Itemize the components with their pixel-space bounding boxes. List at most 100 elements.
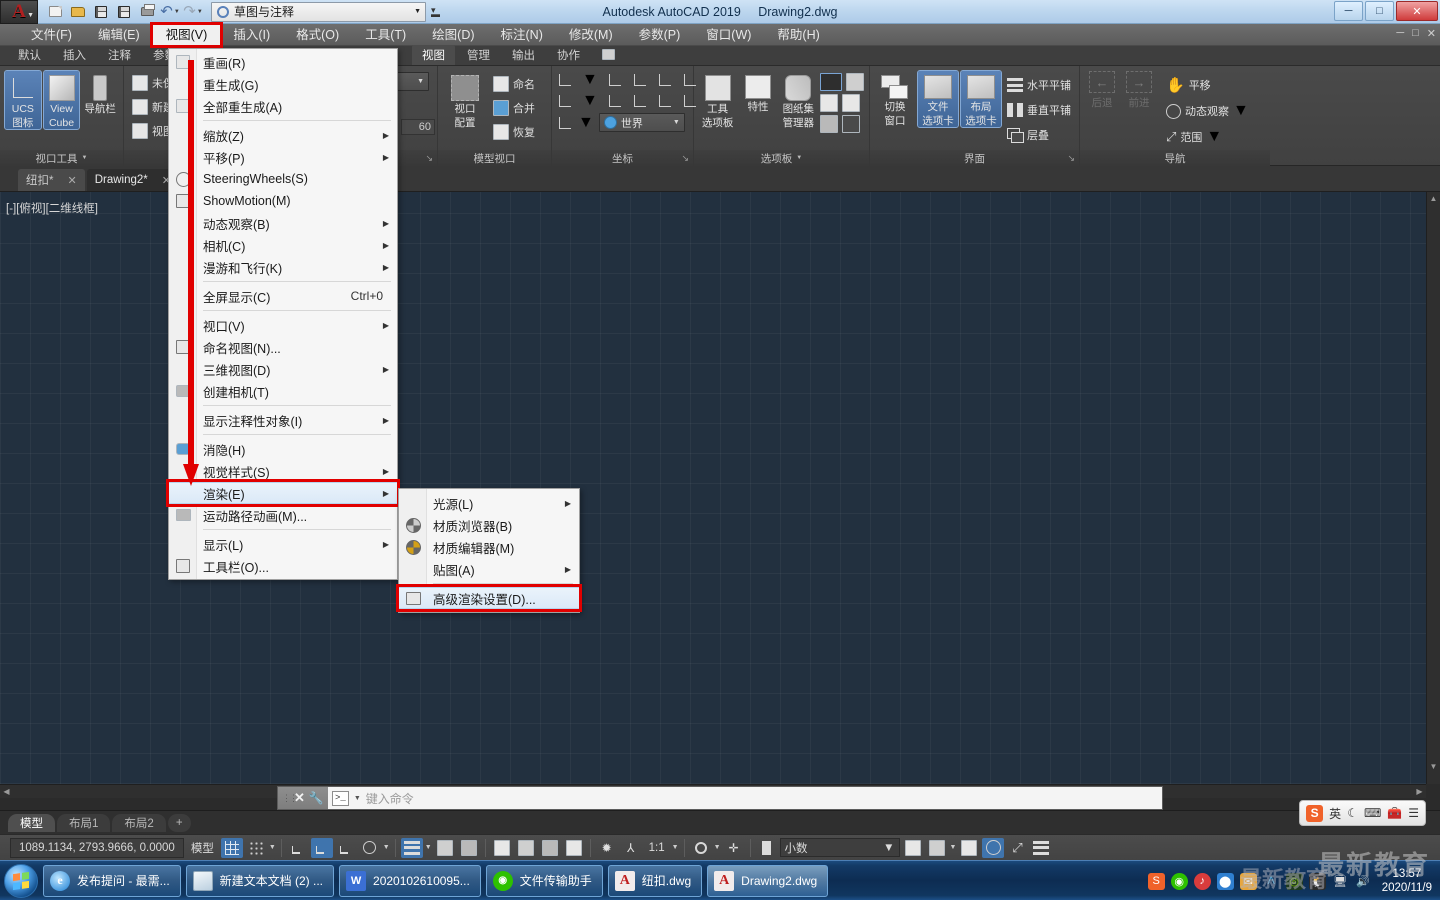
polar-tracking-button[interactable] [310,837,333,858]
volume-icon[interactable]: 🔊 [1355,873,1372,890]
menu-insert[interactable]: 插入(I) [220,25,283,45]
file-tab-niukou[interactable]: 纽扣* ✕ [18,169,85,191]
ucs-x-icon[interactable] [557,93,573,109]
cascade-button[interactable]: 层叠 [1004,124,1074,146]
chevron-down-icon[interactable]: ▼ [1233,102,1249,120]
taskbar-item-wps[interactable]: W 2020102610095... [339,864,481,897]
ucs-face-icon[interactable] [657,72,673,88]
tile-horizontally-button[interactable]: 水平平铺 [1004,74,1074,96]
quick-calculator-icon[interactable] [841,94,860,112]
doc-restore-button[interactable]: □ [1412,27,1419,40]
layout-tab-layout2[interactable]: 布局2 [112,813,166,832]
menu-item-showmotion[interactable]: ShowMotion(M) [169,190,397,212]
network-icon[interactable]: 🖥 [1332,873,1349,890]
wrench-icon[interactable]: 🔧 [309,791,324,805]
chevron-down-icon[interactable]: ▼ [582,92,598,110]
close-icon[interactable]: ✕ [294,790,305,806]
ucs-combo[interactable]: 世界 ▼ [598,113,685,132]
menu-tools[interactable]: 工具(T) [352,25,419,45]
annotation-visibility-button[interactable] [563,838,585,858]
menu-window[interactable]: 窗口(W) [693,25,764,45]
ucs-z-icon[interactable] [657,93,673,109]
viewport-config-button[interactable]: 视口 配置 [443,71,487,129]
dynamic-ucs-button[interactable] [491,838,513,858]
fullscreen-toggle-button[interactable]: ⤢ [1006,838,1028,858]
coordinates-display[interactable]: 1089.1134, 2793.9666, 0.0000 [10,837,184,858]
ribbon-tab-view[interactable]: 视图 [412,45,455,65]
submenu-item-advanced-render-settings[interactable]: 高级渲染设置(D)... [396,584,582,612]
doc-close-button[interactable]: ✕ [1427,27,1436,40]
menu-draw[interactable]: 绘图(D) [419,25,487,45]
chevron-down-icon[interactable]: ▼ [578,114,594,132]
switch-windows-button[interactable]: 切换 窗口 [875,71,915,127]
ribbon-tab-annotate[interactable]: 注释 [98,45,141,65]
maximize-button[interactable]: □ [1365,1,1394,21]
menu-item-regen-all[interactable]: 全部重生成(A) [169,95,397,117]
menu-parametric[interactable]: 参数(P) [626,25,694,45]
file-tab-drawing2[interactable]: Drawing2* ✕ [86,169,179,191]
viewport-controls-label[interactable]: [-][俯视][二维线框] [6,200,98,216]
taskbar-item-wechat[interactable]: ◉ 文件传输助手 [485,864,603,897]
menu-file[interactable]: 文件(F) [18,25,85,45]
gizmo-button[interactable] [539,838,561,858]
layout-tab-layout1[interactable]: 布局1 [57,813,111,832]
chevron-down-icon[interactable]: ▼ [269,844,276,851]
ortho-mode-button[interactable] [287,838,309,858]
navigate-back-button[interactable]: ← 后退 [1085,71,1119,110]
design-center-icon[interactable] [841,115,860,133]
moon-icon[interactable]: ☾ [1347,806,1358,820]
lineweight-button[interactable] [400,837,423,858]
menu-help[interactable]: 帮助(H) [764,25,832,45]
taskbar-item-drawing2-dwg[interactable]: A Drawing2.dwg [707,864,829,897]
ribbon-tab-insert[interactable]: 插入 [53,45,96,65]
menu-item-3d-views[interactable]: 三维视图(D) ▶ [169,358,397,380]
menu-item-orbit[interactable]: 动态观察(B) ▶ [169,212,397,234]
ribbon-tab-featured-apps[interactable] [592,47,625,65]
status-menu-button[interactable] [1030,838,1052,858]
customization-button[interactable]: ✛ [723,838,745,858]
annotation-monitor-button[interactable]: ✹ [596,838,618,858]
tool-palettes-button[interactable]: 工具 选项板 [699,71,736,129]
external-references-icon[interactable] [819,94,838,112]
chevron-down-icon[interactable]: ▼ [714,844,721,851]
ribbon-tab-home[interactable]: 默认 [8,45,51,65]
menu-item-render[interactable]: 渲染(E) ▶ [166,479,400,507]
ucs-icon-button[interactable]: UCS 图标 [4,70,42,130]
chevron-down-icon[interactable]: ▼ [383,844,390,851]
ucs-named-icon[interactable] [607,72,623,88]
layout-tab-add-button[interactable]: + [167,813,191,832]
sogou-ime-bar[interactable]: S 英 ☾ ⌨ 🧰 ☰ [1299,800,1426,826]
menu-item-full-screen[interactable]: 全屏显示(C) Ctrl+0 [169,285,397,307]
start-button[interactable] [4,863,38,898]
menu-edit[interactable]: 编辑(E) [85,25,153,45]
menu-item-show-annotative-objects[interactable]: 显示注释性对象(I) ▶ [169,409,397,431]
selection-filter-button[interactable] [515,838,537,858]
zoom-extents-button[interactable]: ⤢ 范围 ▼ [1163,126,1252,148]
dialog-launcher-icon[interactable]: ↘ [425,153,433,164]
command-line-icon[interactable] [819,73,842,91]
menu-item-regen[interactable]: 重生成(G) [169,73,397,95]
annotation-scale-value[interactable]: 1:1 [644,842,670,854]
graphics-performance-button[interactable] [958,838,980,858]
object-snap-button[interactable] [335,838,357,858]
sheet-set-manager-button[interactable]: 图纸集 管理器 [780,71,817,129]
markup-set-icon[interactable] [819,115,838,133]
menu-item-hide[interactable]: 消隐(H) [169,438,397,460]
submenu-item-material-browser[interactable]: 材质浏览器(B) [399,514,579,536]
submenu-item-light[interactable]: 光源(L) ▶ [399,492,579,514]
object-snap-tracking-button[interactable] [359,838,381,858]
submenu-item-material-editor[interactable]: 材质编辑器(M) [399,536,579,558]
taskbar-item-ie[interactable]: e 发布提问 - 最需... [43,864,181,897]
layout-tab-model[interactable]: 模型 [8,813,55,832]
quick-properties-button[interactable] [902,838,924,858]
properties-button[interactable]: 特性 [739,71,776,113]
scroll-down-icon[interactable]: ▼ [1427,762,1440,771]
tile-vertically-button[interactable]: 垂直平铺 [1004,99,1074,121]
menu-item-redraw[interactable]: 重画(R) [169,51,397,73]
dialog-launcher-icon[interactable]: ↘ [681,153,689,164]
ucs-icon-display-icon[interactable] [557,115,573,131]
menu-format[interactable]: 格式(O) [283,25,352,45]
close-button[interactable]: ✕ [1396,1,1438,21]
minimize-button[interactable]: ─ [1334,1,1363,21]
quick-calc-palette-icon[interactable] [845,73,864,91]
